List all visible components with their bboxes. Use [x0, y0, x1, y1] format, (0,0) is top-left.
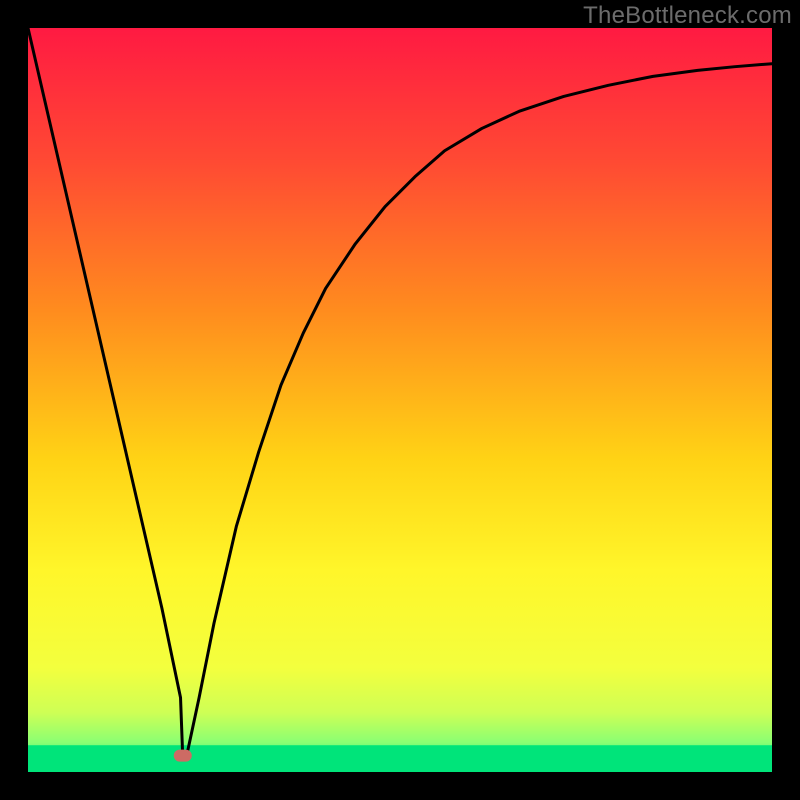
plot-area — [28, 28, 772, 772]
chart-frame: TheBottleneck.com — [0, 0, 800, 800]
bottom-band — [28, 745, 772, 772]
optimal-point-marker — [174, 750, 192, 762]
watermark-text: TheBottleneck.com — [583, 2, 792, 30]
bottleneck-chart — [28, 28, 772, 772]
gradient-background — [28, 28, 772, 772]
